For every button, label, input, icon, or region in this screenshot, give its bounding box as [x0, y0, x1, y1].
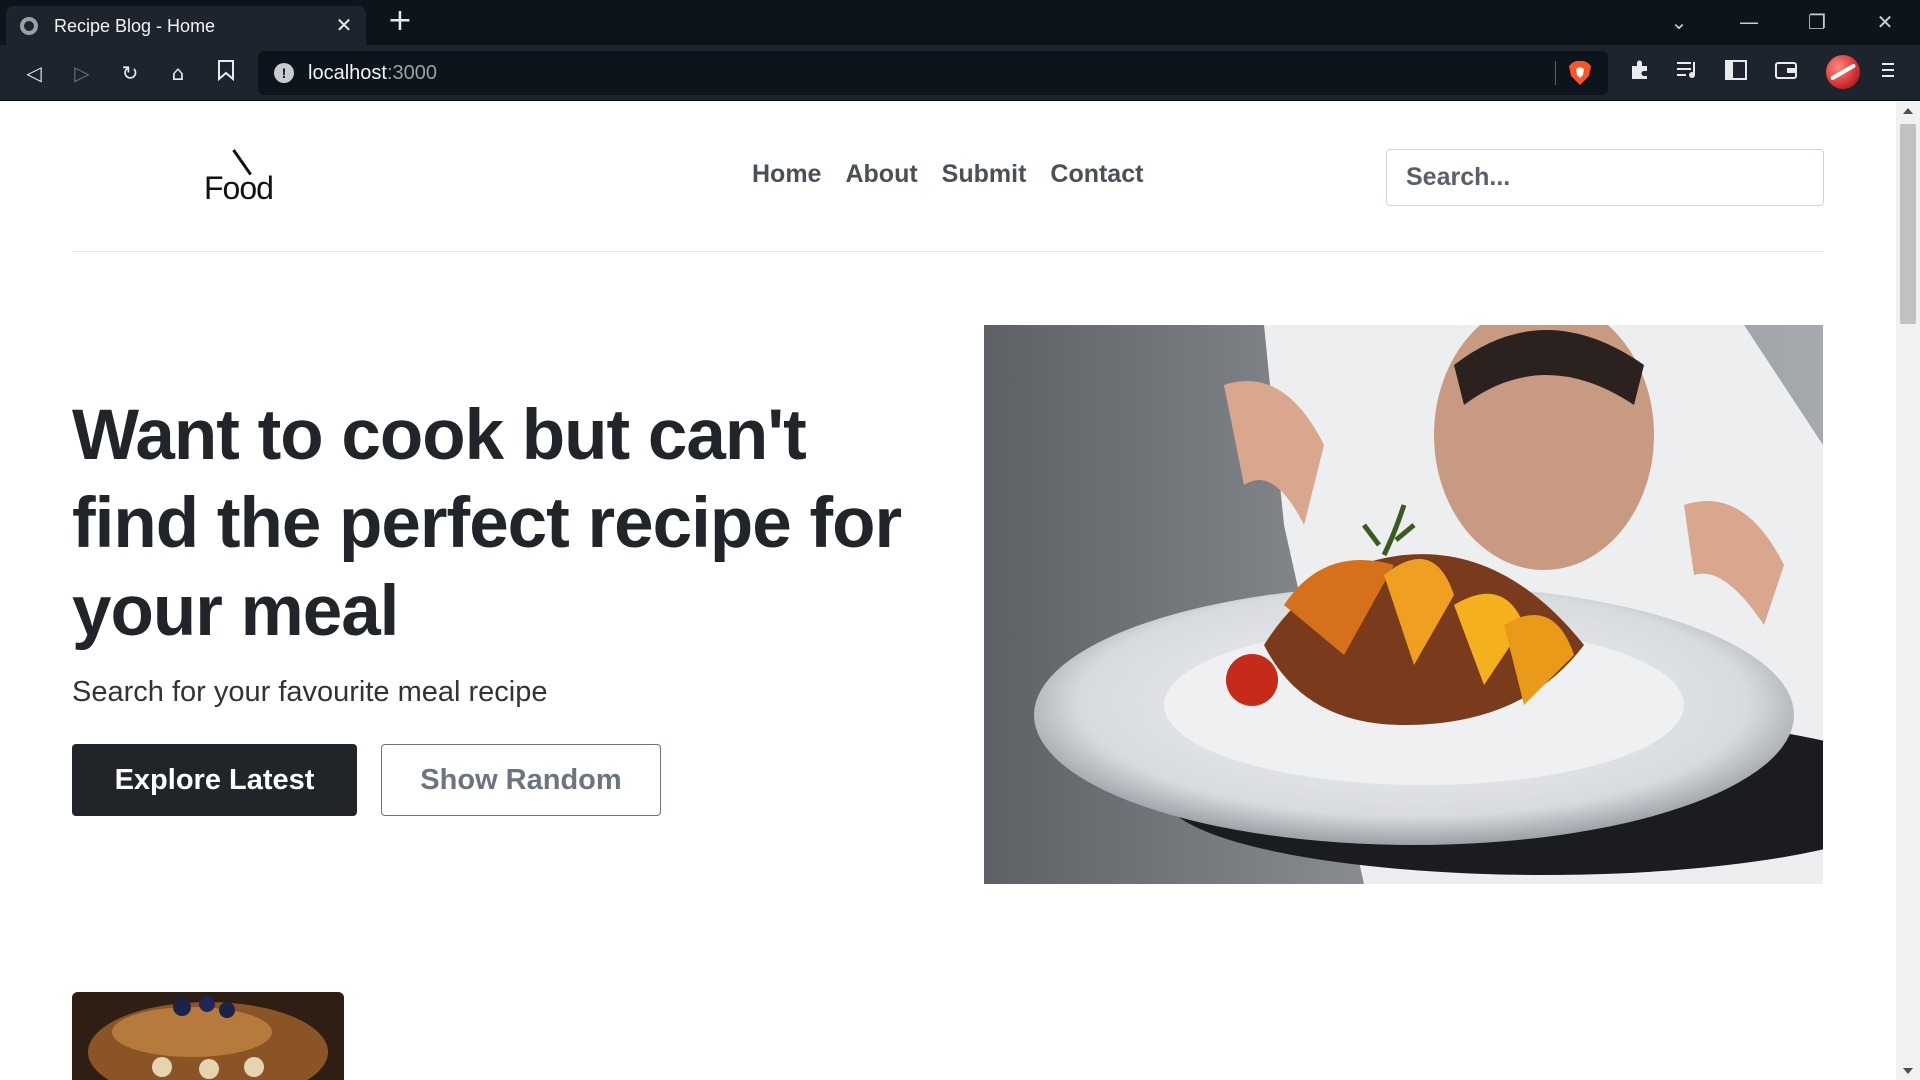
hero-chef-plating-image [984, 325, 1823, 884]
nav-link-home[interactable]: Home [752, 160, 821, 189]
scroll-down-arrow-icon[interactable] [1903, 1068, 1913, 1074]
tab-title: Recipe Blog - Home [54, 16, 216, 36]
restore-window-icon[interactable]: ❐ [1802, 8, 1832, 36]
scrollbar-thumb[interactable] [1900, 124, 1916, 324]
browser-tab-strip: Recipe Blog - Home ✕ + ⌄ — ❐ ✕ [0, 0, 1920, 45]
scroll-up-arrow-icon[interactable] [1903, 108, 1913, 114]
show-random-button[interactable]: Show Random [381, 744, 661, 816]
site-header: Food Home About Submit Contact [72, 102, 1824, 252]
globe-icon [20, 17, 38, 35]
close-window-icon[interactable]: ✕ [1870, 8, 1900, 36]
forward-icon[interactable]: ▷ [68, 59, 96, 87]
hero-heading: Want to cook but can't find the perfect … [72, 396, 902, 651]
profile-avatar[interactable] [1826, 55, 1860, 89]
home-icon[interactable]: ⌂ [164, 59, 192, 87]
nav-link-contact[interactable]: Contact [1050, 160, 1143, 189]
hero-subheading: Search for your favourite meal recipe [72, 676, 548, 708]
wallet-icon[interactable] [1772, 59, 1800, 87]
new-tab-button[interactable]: + [386, 6, 414, 36]
bookmark-icon[interactable] [212, 59, 240, 87]
site-info-icon[interactable]: ! [274, 63, 294, 83]
site-logo[interactable]: Food [204, 149, 284, 206]
minimize-window-icon[interactable]: — [1734, 8, 1764, 36]
search-input[interactable] [1386, 149, 1824, 206]
browser-toolbar: ◁ ▷ ↻ ⌂ ! localhost:3000 [0, 45, 1920, 101]
extensions-icon[interactable] [1626, 59, 1654, 87]
sidebar-toggle-icon[interactable] [1722, 59, 1750, 87]
page-scrollbar[interactable] [1896, 102, 1920, 1080]
menu-icon[interactable] [1874, 59, 1902, 87]
url-text: localhost:3000 [308, 62, 437, 84]
explore-latest-button[interactable]: Explore Latest [72, 744, 357, 816]
brave-shields-icon[interactable] [1568, 60, 1592, 86]
tab-search-dropdown-icon[interactable]: ⌄ [1664, 8, 1694, 36]
reload-icon[interactable]: ↻ [116, 59, 144, 87]
logo-text: Food [204, 170, 274, 206]
close-tab-icon[interactable]: ✕ [332, 13, 356, 37]
recipe-card-thumbnail[interactable] [72, 992, 344, 1080]
address-bar[interactable]: ! localhost:3000 [258, 51, 1608, 95]
page-viewport: Food Home About Submit Contact Want to c… [0, 102, 1896, 1080]
address-bar-divider [1555, 61, 1556, 85]
main-nav: Home About Submit Contact [752, 160, 1143, 189]
browser-tab-active[interactable]: Recipe Blog - Home ✕ [6, 6, 366, 45]
nav-link-submit[interactable]: Submit [942, 160, 1027, 189]
nav-link-about[interactable]: About [845, 160, 917, 189]
back-icon[interactable]: ◁ [20, 59, 48, 87]
media-playlist-icon[interactable] [1674, 59, 1702, 87]
